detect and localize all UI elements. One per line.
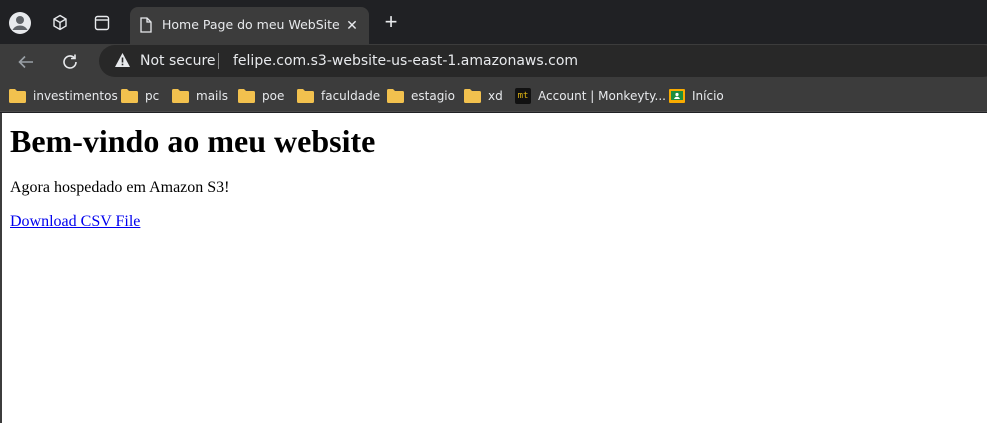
bookmark-monkeytype[interactable]: mt Account | Monkeyty... bbox=[515, 87, 666, 105]
browser-toolbar: Not secure felipe.com.s3-website-us-east… bbox=[0, 44, 987, 80]
google-classroom-icon bbox=[669, 88, 685, 104]
bookmark-estagio[interactable]: estagio bbox=[387, 87, 455, 105]
bookmark-poe[interactable]: poe bbox=[238, 87, 284, 105]
folder-icon bbox=[464, 89, 481, 103]
bookmark-label: investimentos bbox=[33, 89, 118, 103]
back-arrow-icon[interactable] bbox=[13, 49, 39, 75]
folder-icon bbox=[387, 89, 404, 103]
folder-icon bbox=[297, 89, 314, 103]
tab-close-icon[interactable]: ✕ bbox=[343, 16, 361, 34]
bookmark-pc[interactable]: pc bbox=[121, 87, 159, 105]
page-heading: Bem-vindo ao meu website bbox=[10, 123, 376, 159]
bookmarks-bar: investimentos pc mails poe faculdade est… bbox=[0, 80, 987, 112]
folder-icon bbox=[172, 89, 189, 103]
page-icon bbox=[139, 17, 153, 38]
bookmark-label: mails bbox=[196, 89, 228, 103]
active-tab[interactable]: Home Page do meu WebSite ✕ bbox=[130, 7, 369, 44]
bookmark-mails[interactable]: mails bbox=[172, 87, 228, 105]
reload-icon[interactable] bbox=[57, 49, 83, 75]
bookmark-label: Account | Monkeyty... bbox=[538, 89, 666, 103]
bookmark-investimentos[interactable]: investimentos bbox=[9, 87, 118, 105]
address-bar[interactable]: Not secure felipe.com.s3-website-us-east… bbox=[99, 45, 987, 77]
folder-icon bbox=[121, 89, 138, 103]
warning-icon[interactable] bbox=[114, 52, 131, 73]
monkeytype-icon: mt bbox=[515, 88, 531, 104]
bookmark-label: xd bbox=[488, 89, 503, 103]
security-status-label[interactable]: Not secure bbox=[140, 53, 216, 69]
bookmark-xd[interactable]: xd bbox=[464, 87, 503, 105]
workspaces-icon[interactable] bbox=[48, 11, 72, 35]
bookmark-label: Início bbox=[692, 89, 724, 103]
omnibox-divider bbox=[218, 53, 219, 69]
page-viewport: Bem-vindo ao meu website Agora hospedado… bbox=[0, 113, 987, 423]
bookmark-faculdade[interactable]: faculdade bbox=[297, 87, 380, 105]
profile-avatar-icon[interactable] bbox=[8, 11, 32, 35]
folder-icon bbox=[9, 89, 26, 103]
bookmark-label: estagio bbox=[411, 89, 455, 103]
tab-title: Home Page do meu WebSite bbox=[162, 17, 340, 32]
bookmark-label: pc bbox=[145, 89, 160, 103]
bookmark-inicio[interactable]: Início bbox=[669, 87, 724, 105]
folder-icon bbox=[238, 89, 255, 103]
bookmark-label: poe bbox=[262, 89, 285, 103]
bookmark-label: faculdade bbox=[321, 89, 381, 103]
page-paragraph: Agora hospedado em Amazon S3! bbox=[10, 179, 230, 196]
new-tab-icon[interactable]: + bbox=[381, 11, 401, 35]
vertical-tabs-icon[interactable] bbox=[90, 11, 114, 35]
browser-titlebar: Home Page do meu WebSite ✕ + bbox=[0, 0, 987, 44]
download-csv-link[interactable]: Download CSV File bbox=[10, 213, 140, 231]
url-text[interactable]: felipe.com.s3-website-us-east-1.amazonaw… bbox=[233, 53, 578, 69]
